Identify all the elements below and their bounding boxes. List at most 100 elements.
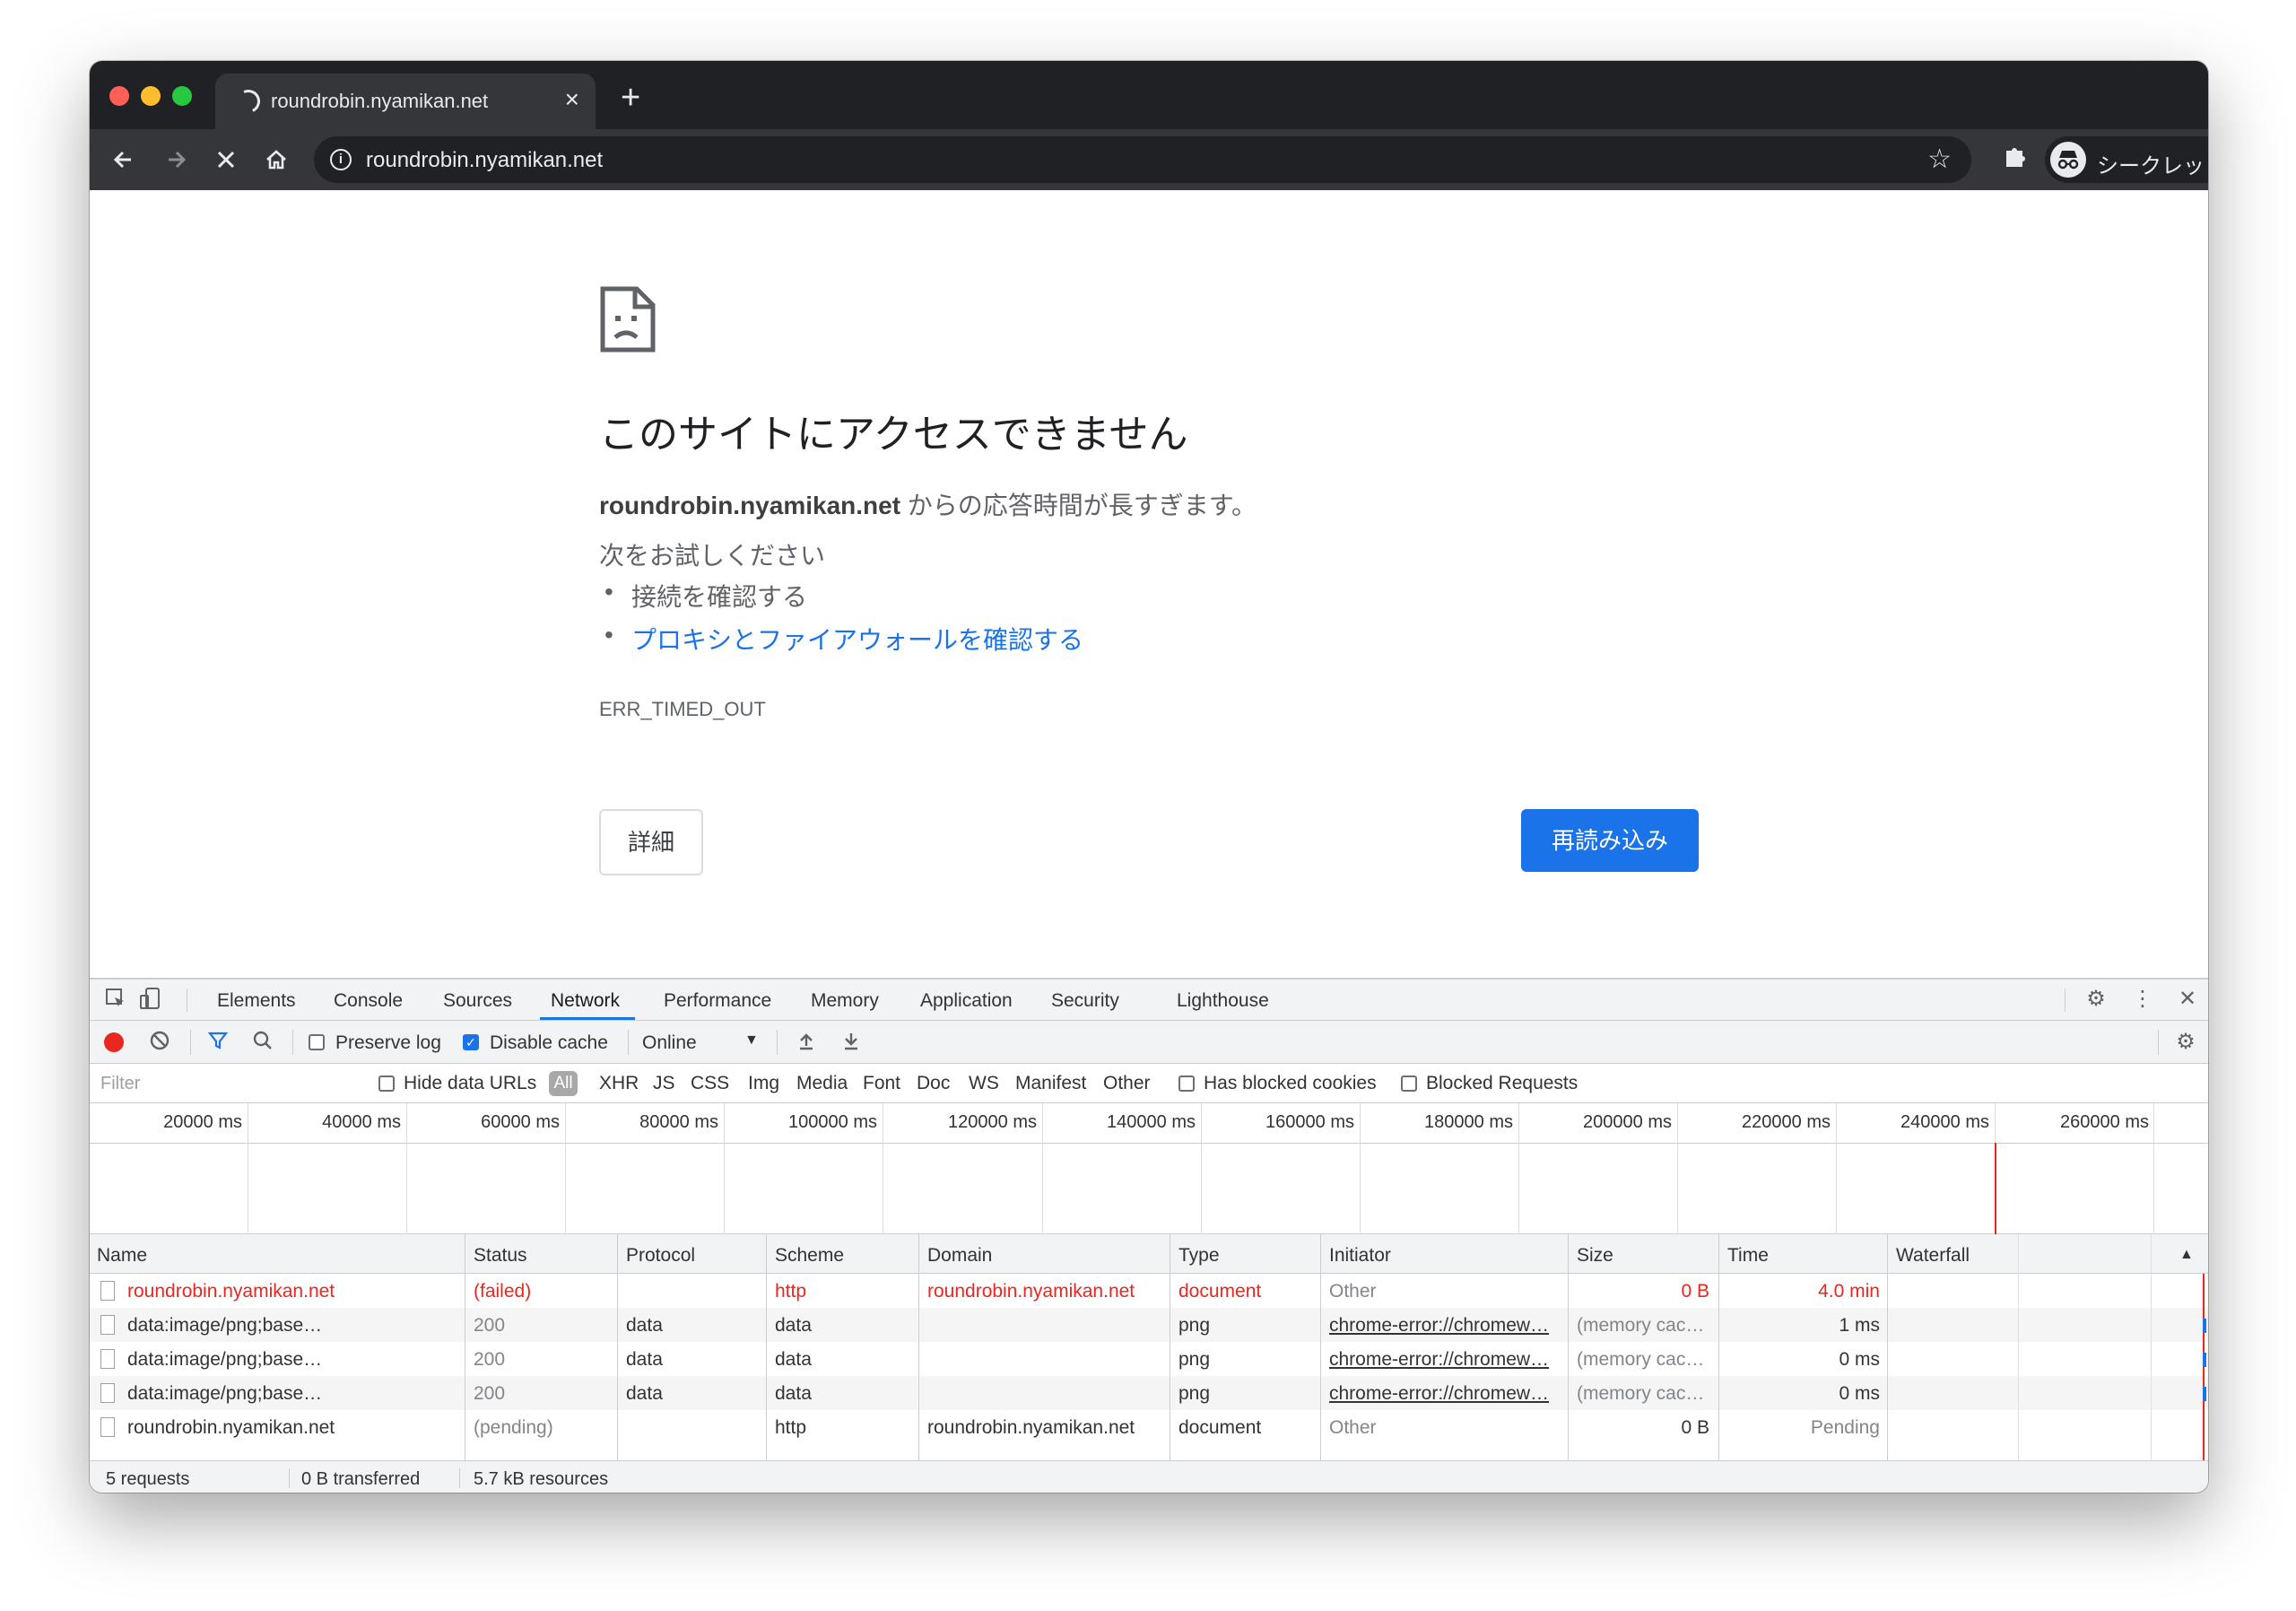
stop-icon[interactable] — [206, 140, 246, 179]
filter-type-js[interactable]: JS — [653, 1073, 675, 1094]
column-header-protocol[interactable]: Protocol — [626, 1245, 695, 1267]
tab-network[interactable]: Network — [551, 990, 620, 1012]
column-header-type[interactable]: Type — [1178, 1245, 1220, 1267]
table-row[interactable]: data:image/png;base… 200 data data png c… — [90, 1376, 2208, 1410]
record-icon[interactable] — [104, 1032, 124, 1052]
filter-type-css[interactable]: CSS — [691, 1073, 729, 1094]
table-row[interactable]: roundrobin.nyamikan.net (pending) http r… — [90, 1410, 2208, 1444]
column-divider[interactable] — [1320, 1234, 1321, 1493]
has-blocked-cookies-checkbox[interactable] — [1178, 1075, 1195, 1092]
address-bar[interactable]: i roundrobin.nyamikan.net ☆ — [314, 136, 1971, 183]
puzzle-icon[interactable] — [1998, 142, 2034, 178]
table-row[interactable]: data:image/png;base… 200 data data png c… — [90, 1308, 2208, 1342]
filter-type-manifest[interactable]: Manifest — [1015, 1073, 1086, 1094]
column-divider[interactable] — [1568, 1234, 1569, 1493]
hide-data-urls-checkbox[interactable] — [378, 1075, 395, 1092]
tab-sources[interactable]: Sources — [443, 990, 512, 1012]
blocked-requests-checkbox[interactable] — [1401, 1075, 1417, 1092]
window-minimize-button[interactable] — [141, 86, 161, 106]
overview-tick-label: 160000 ms — [1265, 1112, 1354, 1132]
clear-icon[interactable] — [146, 1030, 173, 1058]
tab-console[interactable]: Console — [334, 990, 403, 1012]
browser-tab[interactable]: roundrobin.nyamikan.net × — [215, 74, 596, 129]
tab-application[interactable]: Application — [920, 990, 1013, 1012]
filter-input[interactable]: Filter — [95, 1070, 355, 1097]
incognito-indicator[interactable]: シークレット — [2045, 136, 2208, 183]
search-icon[interactable] — [249, 1030, 276, 1058]
gear-icon[interactable]: ⚙ — [2083, 987, 2109, 1012]
window-close-button[interactable] — [109, 86, 129, 106]
column-divider[interactable] — [918, 1234, 919, 1493]
column-header-status[interactable]: Status — [474, 1245, 527, 1267]
home-icon[interactable] — [257, 140, 296, 179]
request-time: 0 ms — [1839, 1383, 1880, 1404]
column-header-scheme[interactable]: Scheme — [775, 1245, 844, 1267]
tab-lighthouse[interactable]: Lighthouse — [1177, 990, 1269, 1012]
star-icon[interactable]: ☆ — [1927, 144, 1952, 175]
tab-memory[interactable]: Memory — [811, 990, 879, 1012]
inspect-element-icon[interactable] — [102, 987, 129, 1016]
tab-performance[interactable]: Performance — [664, 990, 771, 1012]
error-title: このサイトにアクセスできません — [599, 413, 1188, 457]
column-divider[interactable] — [1887, 1234, 1888, 1493]
preserve-log-checkbox[interactable] — [309, 1034, 325, 1050]
details-button[interactable]: 詳細 — [599, 809, 703, 875]
network-settings-gear-icon[interactable]: ⚙ — [2172, 1030, 2199, 1055]
request-initiator-link[interactable]: chrome-error://chromew… — [1329, 1349, 1568, 1371]
filter-type-img[interactable]: Img — [748, 1073, 779, 1094]
column-divider[interactable] — [1718, 1234, 1719, 1493]
filter-icon[interactable] — [204, 1030, 231, 1058]
request-name[interactable]: roundrobin.nyamikan.net — [127, 1417, 459, 1439]
column-header-waterfall[interactable]: Waterfall — [1896, 1245, 1970, 1267]
column-header-domain[interactable]: Domain — [927, 1245, 992, 1267]
filter-type-font[interactable]: Font — [863, 1073, 900, 1094]
column-header-size[interactable]: Size — [1577, 1245, 1613, 1267]
window-maximize-button[interactable] — [172, 86, 192, 106]
download-icon[interactable] — [838, 1030, 865, 1058]
disable-cache-checkbox[interactable]: ✓ — [463, 1034, 479, 1050]
back-arrow-icon[interactable] — [104, 140, 144, 179]
filter-type-ws[interactable]: WS — [969, 1073, 999, 1094]
blocked-requests-label: Blocked Requests — [1426, 1073, 1578, 1093]
request-initiator-link[interactable]: chrome-error://chromew… — [1329, 1315, 1568, 1337]
sort-ascending-icon[interactable]: ▲ — [2179, 1247, 2194, 1263]
filter-type-doc[interactable]: Doc — [917, 1073, 950, 1094]
device-toolbar-icon[interactable] — [136, 987, 163, 1016]
filter-type-xhr[interactable]: XHR — [599, 1073, 639, 1094]
overview-tick-label: 120000 ms — [948, 1112, 1037, 1132]
throttle-select[interactable]: Online — [642, 1032, 697, 1054]
new-tab-button[interactable]: + — [621, 81, 640, 115]
request-name[interactable]: data:image/png;base… — [127, 1349, 459, 1371]
filter-type-all[interactable]: All — [549, 1071, 578, 1096]
overview-tick-label: 260000 ms — [2060, 1112, 2149, 1132]
upload-icon[interactable] — [793, 1030, 820, 1058]
chevron-down-icon[interactable]: ▼ — [744, 1032, 759, 1049]
network-overview[interactable]: 20000 ms 40000 ms 60000 ms 80000 ms 1000… — [90, 1103, 2208, 1234]
request-name[interactable]: roundrobin.nyamikan.net — [127, 1281, 459, 1302]
table-row[interactable]: data:image/png;base… 200 data data png c… — [90, 1342, 2208, 1376]
request-name[interactable]: data:image/png;base… — [127, 1315, 459, 1337]
more-options-icon[interactable]: ⋮ — [2129, 987, 2156, 1012]
request-size: (memory cac… — [1577, 1315, 1705, 1336]
request-status: 200 — [474, 1315, 506, 1336]
filter-type-other[interactable]: Other — [1103, 1073, 1151, 1094]
column-header-name[interactable]: Name — [97, 1245, 147, 1267]
table-row[interactable]: roundrobin.nyamikan.net (failed) http ro… — [90, 1274, 2208, 1308]
request-initiator-link[interactable]: chrome-error://chromew… — [1329, 1383, 1568, 1405]
reload-button[interactable]: 再読み込み — [1521, 809, 1699, 872]
column-divider[interactable] — [766, 1234, 767, 1493]
tab-security[interactable]: Security — [1051, 990, 1119, 1012]
request-name[interactable]: data:image/png;base… — [127, 1383, 459, 1405]
filter-type-media[interactable]: Media — [796, 1073, 848, 1094]
column-header-time[interactable]: Time — [1727, 1245, 1769, 1267]
info-icon[interactable]: i — [330, 149, 352, 170]
tab-elements[interactable]: Elements — [217, 990, 296, 1012]
close-icon[interactable]: ✕ — [2174, 987, 2201, 1012]
column-header-initiator[interactable]: Initiator — [1329, 1245, 1391, 1267]
url-text[interactable]: roundrobin.nyamikan.net — [366, 148, 603, 173]
tab-close-icon[interactable]: × — [565, 86, 579, 113]
suggestion-check-proxy-link[interactable]: プロキシとファイアウォールを確認する — [604, 621, 1083, 657]
request-initiator: Other — [1329, 1281, 1377, 1302]
column-divider[interactable] — [617, 1234, 618, 1493]
forward-arrow-icon[interactable] — [156, 140, 196, 179]
